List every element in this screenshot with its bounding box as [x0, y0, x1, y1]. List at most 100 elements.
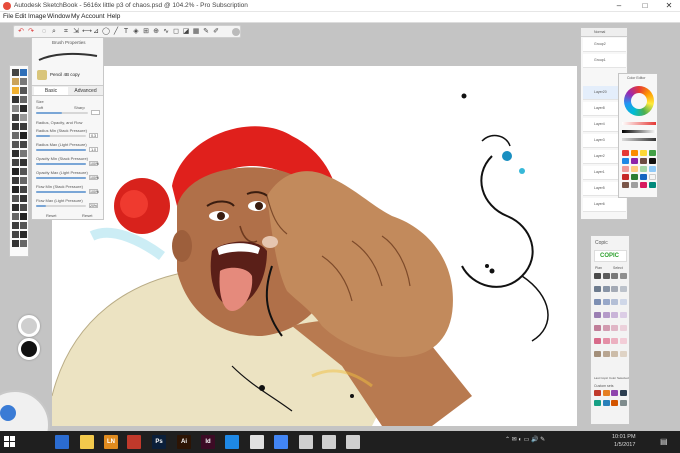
- copic-tab-plan[interactable]: Plan: [595, 266, 602, 270]
- layer-row[interactable]: Group2: [583, 38, 626, 52]
- swatch[interactable]: [649, 150, 656, 156]
- copic-swatch[interactable]: [619, 286, 627, 292]
- brush-slot[interactable]: [20, 204, 27, 211]
- swatch[interactable]: [649, 166, 656, 172]
- copic-swatch[interactable]: [611, 351, 618, 357]
- brush-slot[interactable]: [12, 222, 19, 229]
- fill-bucket-icon[interactable]: ◪: [182, 28, 190, 36]
- reset-button[interactable]: Reset: [46, 213, 56, 218]
- swatch[interactable]: [631, 166, 638, 172]
- blend-mode-select[interactable]: Normal: [594, 30, 605, 34]
- brightness-slider[interactable]: [622, 130, 656, 133]
- copic-swatch[interactable]: [594, 273, 601, 279]
- brush-slot[interactable]: [12, 114, 19, 121]
- brush-slot[interactable]: [12, 168, 19, 175]
- perspective-icon[interactable]: ⊞: [142, 28, 150, 36]
- swatch[interactable]: [631, 174, 638, 180]
- flow-max-value[interactable]: 20%: [89, 203, 98, 208]
- copic-swatch[interactable]: [594, 338, 601, 344]
- reset-all-button[interactable]: Reset: [82, 213, 92, 218]
- brush-slot[interactable]: [20, 69, 27, 76]
- swatch[interactable]: [622, 166, 629, 172]
- brush-slot[interactable]: [20, 141, 27, 148]
- taskbar-app-icon[interactable]: [274, 435, 288, 449]
- menu-edit[interactable]: Edit: [15, 13, 26, 20]
- stroke-icon[interactable]: ∿: [162, 28, 170, 36]
- copic-swatch[interactable]: [619, 273, 627, 279]
- brush-slot[interactable]: [12, 195, 19, 202]
- copic-swatch[interactable]: [594, 299, 601, 305]
- tab-advanced[interactable]: Advanced: [69, 87, 102, 95]
- layer-row[interactable]: Layer6: [583, 198, 626, 212]
- size-value[interactable]: [91, 110, 100, 115]
- copic-custom-swatch[interactable]: [594, 390, 601, 396]
- symmetry-icon[interactable]: ⟷: [82, 28, 92, 36]
- copic-custom-swatch[interactable]: [602, 400, 610, 406]
- brush-library-icon[interactable]: ✎: [202, 28, 210, 36]
- swatch[interactable]: [649, 182, 656, 188]
- zoom-icon[interactable]: ⌕: [50, 28, 58, 36]
- brush-slot[interactable]: [12, 150, 19, 157]
- swatch[interactable]: [622, 182, 629, 188]
- brush-slot[interactable]: [12, 69, 19, 76]
- brush-properties-icon[interactable]: ✐: [212, 28, 220, 36]
- swatch[interactable]: [640, 150, 647, 156]
- brush-slot[interactable]: [20, 132, 27, 139]
- copic-swatch[interactable]: [611, 299, 618, 305]
- swatch[interactable]: [640, 166, 647, 172]
- copic-custom-swatch[interactable]: [602, 390, 610, 396]
- brush-slot[interactable]: [20, 213, 27, 220]
- brush-slot[interactable]: [20, 168, 27, 175]
- brush-slot[interactable]: [20, 186, 27, 193]
- line-icon[interactable]: ╱: [112, 28, 120, 36]
- close-button[interactable]: ✕: [662, 1, 676, 11]
- maximize-button[interactable]: □: [638, 1, 652, 11]
- brush-slot[interactable]: [12, 96, 19, 103]
- copic-swatch[interactable]: [602, 325, 610, 331]
- copic-swatch[interactable]: [619, 299, 627, 305]
- tab-basic[interactable]: Basic: [34, 87, 68, 95]
- swatch[interactable]: [649, 174, 656, 180]
- brush-slot[interactable]: [12, 141, 19, 148]
- windows-start-icon[interactable]: [4, 436, 16, 448]
- guide-icon[interactable]: ⊕: [152, 28, 160, 36]
- menu-file[interactable]: File: [3, 13, 13, 20]
- opacity-max-value[interactable]: 100%: [89, 175, 99, 180]
- clock-date[interactable]: 1/5/2017: [614, 442, 635, 448]
- menu-image[interactable]: Image: [28, 13, 46, 20]
- copic-swatch[interactable]: [619, 338, 627, 344]
- grid-icon[interactable]: ▦: [192, 28, 200, 36]
- menu-help[interactable]: Help: [107, 13, 120, 20]
- brush-slot[interactable]: [12, 177, 19, 184]
- swatch[interactable]: [631, 150, 638, 156]
- taskbar-app-icon[interactable]: Id: [201, 435, 215, 449]
- copic-swatch[interactable]: [611, 286, 618, 292]
- swatch[interactable]: [622, 174, 629, 180]
- taskbar-app-icon[interactable]: [250, 435, 264, 449]
- brush-slot[interactable]: [20, 240, 27, 247]
- saturation-slider[interactable]: [622, 122, 656, 125]
- taskbar-app-icon[interactable]: LN: [104, 435, 118, 449]
- copic-swatch[interactable]: [594, 286, 601, 292]
- drawing-canvas[interactable]: [52, 66, 577, 426]
- brush-slot[interactable]: [12, 78, 19, 85]
- menu-window[interactable]: Window: [47, 13, 70, 20]
- text-icon[interactable]: T: [122, 28, 130, 36]
- color-puck-primary[interactable]: [18, 338, 40, 360]
- swatch[interactable]: [622, 158, 629, 164]
- brush-slot[interactable]: [12, 105, 19, 112]
- brush-slot[interactable]: [20, 105, 27, 112]
- brush-slot[interactable]: [20, 177, 27, 184]
- copic-swatch[interactable]: [602, 273, 610, 279]
- menu-my-account[interactable]: My Account: [71, 13, 105, 20]
- copic-tab-select[interactable]: Select: [613, 266, 623, 270]
- copic-swatch[interactable]: [594, 351, 601, 357]
- color-wheel-icon[interactable]: [222, 28, 230, 36]
- copic-swatch[interactable]: [619, 325, 627, 331]
- copic-swatch[interactable]: [602, 299, 610, 305]
- taskbar-app-icon[interactable]: Ai: [177, 435, 191, 449]
- taskbar-app-icon[interactable]: [80, 435, 94, 449]
- brush-slot[interactable]: [20, 114, 27, 121]
- brush-slot[interactable]: [12, 186, 19, 193]
- radius-max-value[interactable]: 1.0: [89, 147, 98, 152]
